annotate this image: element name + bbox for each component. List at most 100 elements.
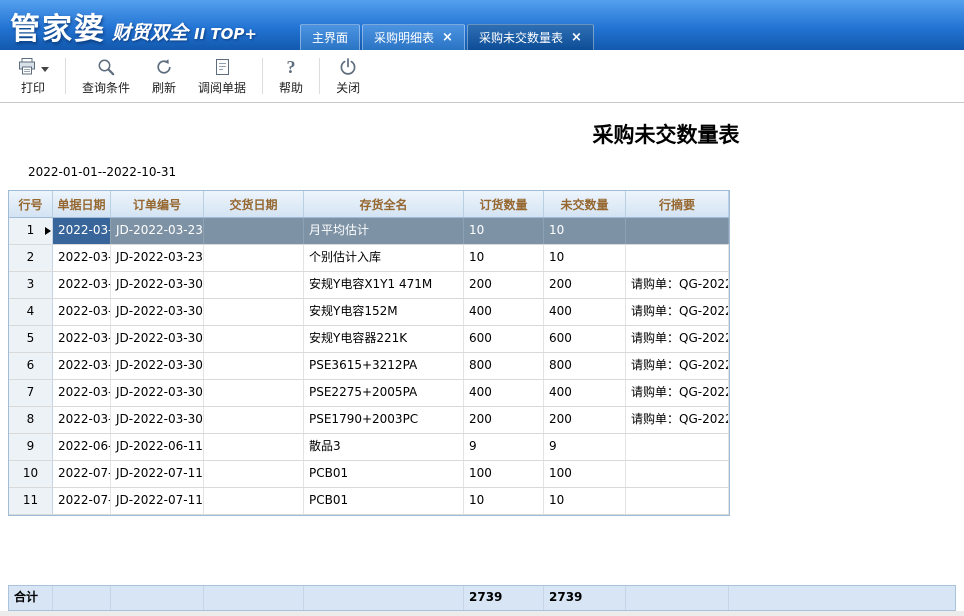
order-no-cell[interactable]: JD-2022-07-11-000 xyxy=(111,461,204,487)
tab-purchase-undelivered-report[interactable]: 采购未交数量表× xyxy=(467,24,594,50)
horizontal-scrollbar[interactable] xyxy=(0,611,964,616)
undelivered-qty-cell[interactable]: 10 xyxy=(544,218,626,244)
order-no-cell[interactable]: JD-2022-06-11-000 xyxy=(111,434,204,460)
order-qty-cell[interactable]: 9 xyxy=(464,434,544,460)
doc-date-cell[interactable]: 2022-03- xyxy=(53,218,111,244)
doc-date-cell[interactable]: 2022-03- xyxy=(53,272,111,298)
undelivered-qty-cell[interactable]: 400 xyxy=(544,299,626,325)
delivery-date-cell[interactable] xyxy=(204,218,304,244)
item-name-cell[interactable]: 安规Y电容152M xyxy=(304,299,464,325)
order-qty-cell[interactable]: 100 xyxy=(464,461,544,487)
table-row[interactable]: 22022-03-JD-2022-03-23-000个别估计入库1010 xyxy=(9,245,729,272)
table-row[interactable]: 72022-03-JD-2022-03-30-000 PSE2275+2005PA… xyxy=(9,380,729,407)
summary-cell[interactable]: 请购单：QG-2022-0 xyxy=(626,326,729,352)
summary-cell[interactable] xyxy=(626,488,729,514)
order-qty-cell[interactable]: 10 xyxy=(464,218,544,244)
delivery-date-cell[interactable] xyxy=(204,326,304,352)
column-header-2[interactable]: 单据日期 xyxy=(53,191,111,217)
table-row[interactable]: 82022-03-JD-2022-03-30-000 PSE1790+2003PC… xyxy=(9,407,729,434)
column-header-8[interactable]: 行摘要 xyxy=(626,191,729,217)
tab-close-icon[interactable]: × xyxy=(571,31,582,44)
item-name-cell[interactable]: PCB01 xyxy=(304,461,464,487)
order-no-cell[interactable]: JD-2022-03-23-000 xyxy=(111,245,204,271)
undelivered-qty-cell[interactable]: 9 xyxy=(544,434,626,460)
row-number-cell[interactable]: 7 xyxy=(9,380,53,406)
column-header-6[interactable]: 订货数量 xyxy=(464,191,544,217)
print-button[interactable]: 打印 xyxy=(6,50,60,102)
tab-purchase-detail-report[interactable]: 采购明细表× xyxy=(362,24,465,50)
order-no-cell[interactable]: JD-2022-03-30-000 xyxy=(111,326,204,352)
order-no-cell[interactable]: JD-2022-03-30-000 xyxy=(111,407,204,433)
order-qty-cell[interactable]: 400 xyxy=(464,380,544,406)
table-row[interactable]: 12022-03-JD-2022-03-23-000月平均估计1010 xyxy=(9,218,729,245)
table-row[interactable]: 92022-06-JD-2022-06-11-000散品399 xyxy=(9,434,729,461)
table-row[interactable]: 42022-03-JD-2022-03-30-000安规Y电容152M40040… xyxy=(9,299,729,326)
summary-cell[interactable]: 请购单：QG-2022-0 xyxy=(626,407,729,433)
dropdown-caret-icon[interactable] xyxy=(41,67,49,76)
summary-cell[interactable] xyxy=(626,245,729,271)
undelivered-qty-cell[interactable]: 100 xyxy=(544,461,626,487)
table-row[interactable]: 112022-07-JD-2022-07-11-000PCB011010 xyxy=(9,488,729,515)
column-header-5[interactable]: 存货全名 xyxy=(304,191,464,217)
close-button[interactable]: 关闭 xyxy=(325,50,371,102)
table-row[interactable]: 52022-03-JD-2022-03-30-000安规Y电容器221K6006… xyxy=(9,326,729,353)
delivery-date-cell[interactable] xyxy=(204,272,304,298)
delivery-date-cell[interactable] xyxy=(204,353,304,379)
order-no-cell[interactable]: JD-2022-07-11-000 xyxy=(111,488,204,514)
delivery-date-cell[interactable] xyxy=(204,488,304,514)
undelivered-qty-cell[interactable]: 10 xyxy=(544,245,626,271)
row-number-cell[interactable]: 4 xyxy=(9,299,53,325)
item-name-cell[interactable]: 安规Y电容器221K xyxy=(304,326,464,352)
doc-date-cell[interactable]: 2022-06- xyxy=(53,434,111,460)
row-number-cell[interactable]: 1 xyxy=(9,218,53,244)
undelivered-qty-cell[interactable]: 800 xyxy=(544,353,626,379)
item-name-cell[interactable]: 散品3 xyxy=(304,434,464,460)
doc-date-cell[interactable]: 2022-07- xyxy=(53,488,111,514)
row-number-cell[interactable]: 2 xyxy=(9,245,53,271)
column-header-7[interactable]: 未交数量 xyxy=(544,191,626,217)
view-document-button[interactable]: 调阅单据 xyxy=(187,50,257,102)
delivery-date-cell[interactable] xyxy=(204,407,304,433)
row-number-cell[interactable]: 8 xyxy=(9,407,53,433)
order-qty-cell[interactable]: 200 xyxy=(464,407,544,433)
item-name-cell[interactable]: 月平均估计 xyxy=(304,218,464,244)
summary-cell[interactable]: 请购单：QG-2022-0 xyxy=(626,353,729,379)
column-header-3[interactable]: 订单编号 xyxy=(111,191,204,217)
column-header-4[interactable]: 交货日期 xyxy=(204,191,304,217)
doc-date-cell[interactable]: 2022-07- xyxy=(53,461,111,487)
undelivered-qty-cell[interactable]: 600 xyxy=(544,326,626,352)
table-row[interactable]: 62022-03-JD-2022-03-30-000PSE3615+3212PA… xyxy=(9,353,729,380)
help-button[interactable]: ?帮助 xyxy=(268,50,314,102)
table-row[interactable]: 102022-07-JD-2022-07-11-000PCB01100100 xyxy=(9,461,729,488)
order-no-cell[interactable]: JD-2022-03-23-000 xyxy=(111,218,204,244)
row-number-cell[interactable]: 9 xyxy=(9,434,53,460)
order-qty-cell[interactable]: 400 xyxy=(464,299,544,325)
table-row[interactable]: 32022-03-JD-2022-03-30-000安规Y电容X1Y1 471M… xyxy=(9,272,729,299)
item-name-cell[interactable]: PSE2275+2005PA xyxy=(304,380,464,406)
doc-date-cell[interactable]: 2022-03- xyxy=(53,245,111,271)
order-no-cell[interactable]: JD-2022-03-30-000 xyxy=(111,272,204,298)
doc-date-cell[interactable]: 2022-03- xyxy=(53,380,111,406)
order-no-cell[interactable]: JD-2022-03-30-000 xyxy=(111,380,204,406)
item-name-cell[interactable]: PSE1790+2003PC xyxy=(304,407,464,433)
tab-main-screen[interactable]: 主界面 xyxy=(300,24,360,50)
doc-date-cell[interactable]: 2022-03- xyxy=(53,326,111,352)
item-name-cell[interactable]: PCB01 xyxy=(304,488,464,514)
summary-cell[interactable] xyxy=(626,461,729,487)
order-no-cell[interactable]: JD-2022-03-30-000 xyxy=(111,299,204,325)
refresh-button[interactable]: 刷新 xyxy=(141,50,187,102)
summary-cell[interactable]: 请购单：QG-2022-0 xyxy=(626,299,729,325)
item-name-cell[interactable]: 个别估计入库 xyxy=(304,245,464,271)
summary-cell[interactable]: 请购单：QG-2022-0 xyxy=(626,272,729,298)
query-conditions-button[interactable]: 查询条件 xyxy=(71,50,141,102)
order-qty-cell[interactable]: 10 xyxy=(464,245,544,271)
delivery-date-cell[interactable] xyxy=(204,380,304,406)
row-number-cell[interactable]: 10 xyxy=(9,461,53,487)
doc-date-cell[interactable]: 2022-03- xyxy=(53,407,111,433)
undelivered-qty-cell[interactable]: 200 xyxy=(544,272,626,298)
column-header-1[interactable]: 行号 xyxy=(9,191,53,217)
summary-cell[interactable] xyxy=(626,218,729,244)
undelivered-qty-cell[interactable]: 400 xyxy=(544,380,626,406)
doc-date-cell[interactable]: 2022-03- xyxy=(53,353,111,379)
item-name-cell[interactable]: 安规Y电容X1Y1 471M xyxy=(304,272,464,298)
